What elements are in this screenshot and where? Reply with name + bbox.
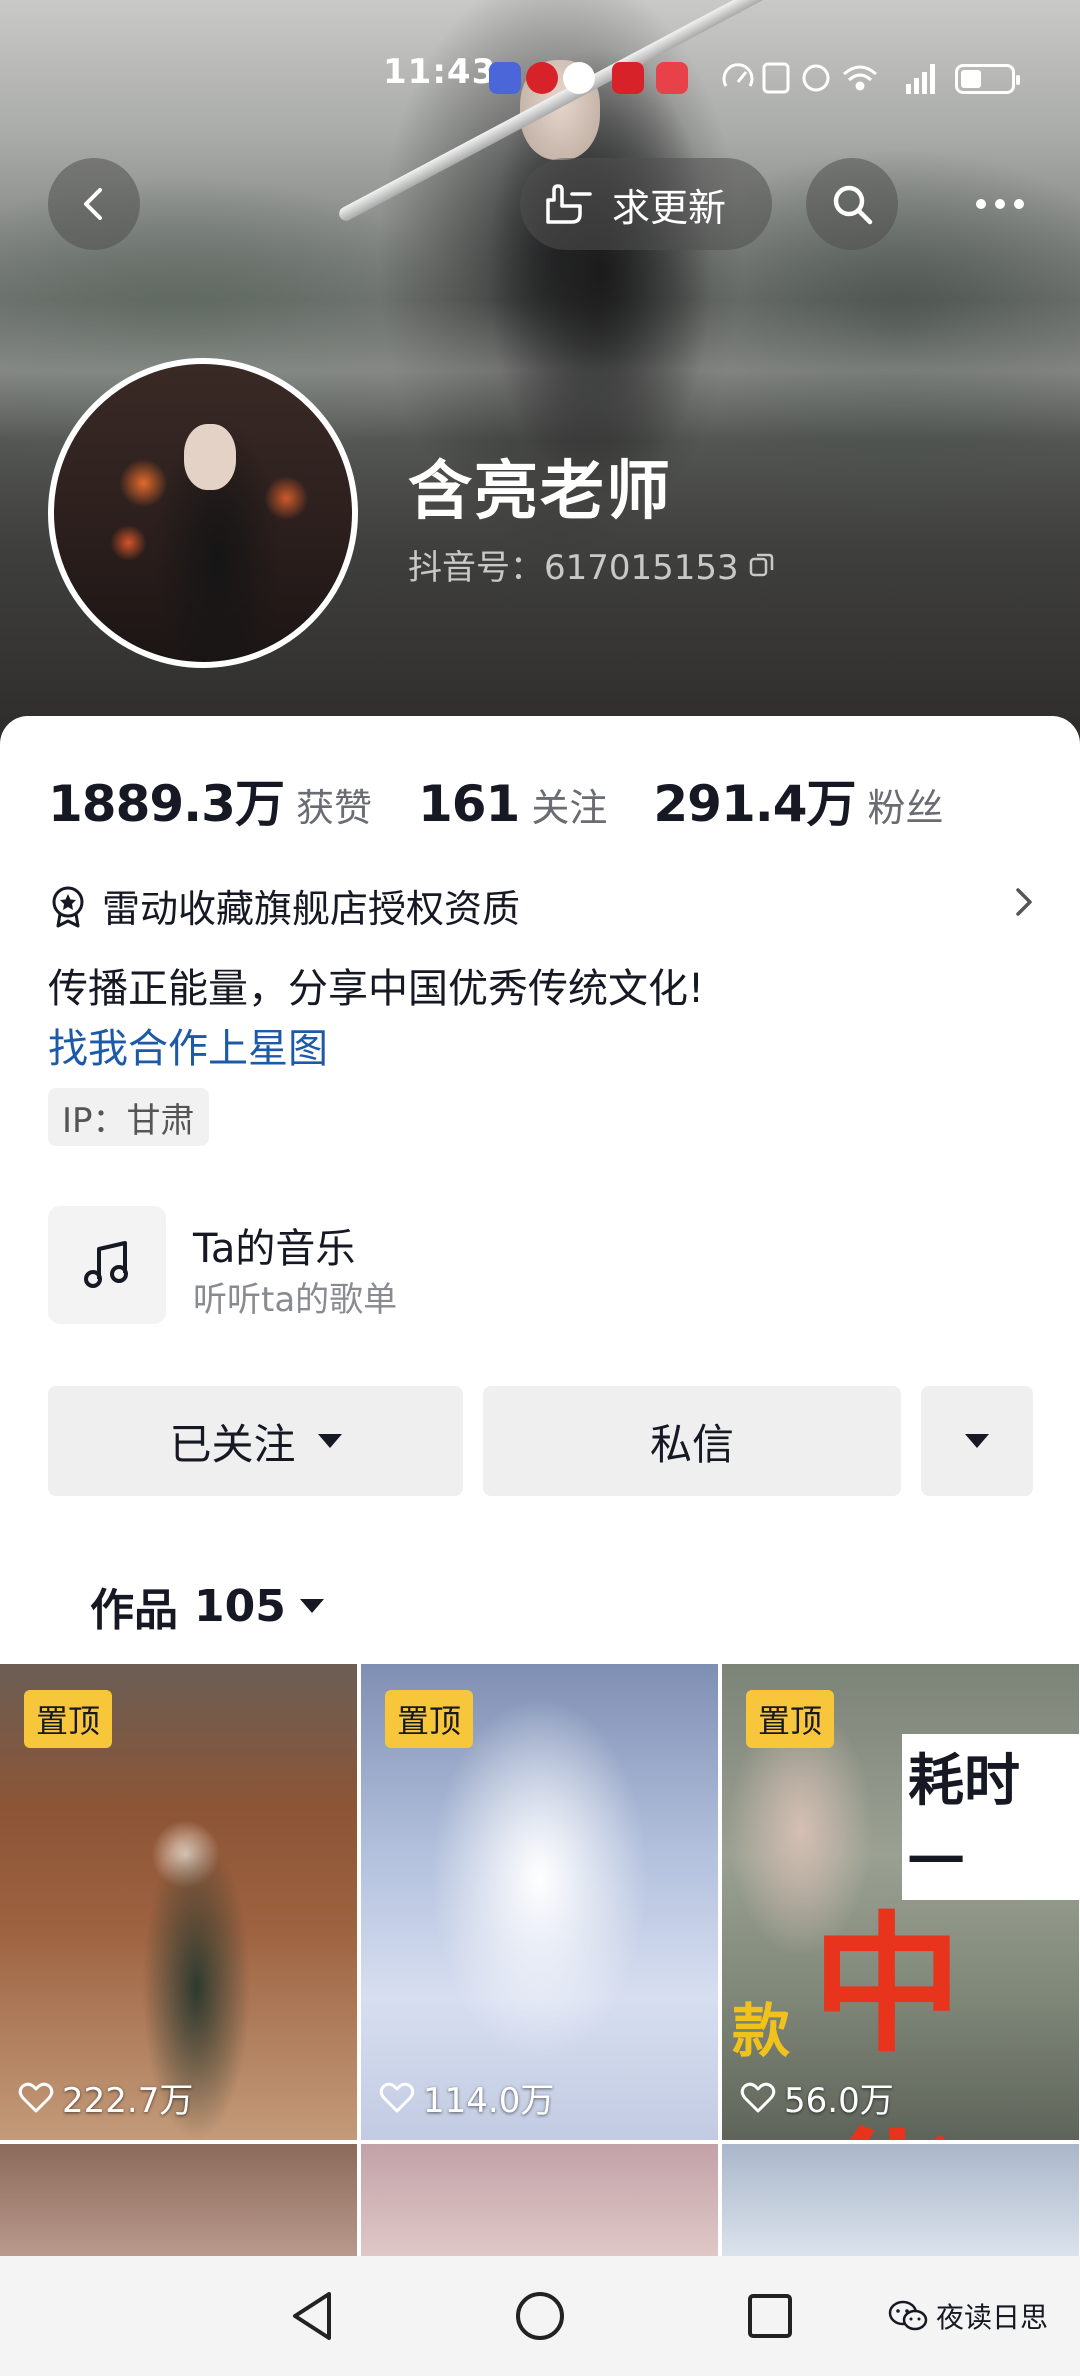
watermark: 夜读日思 <box>888 2296 1048 2336</box>
request-update-label: 求更新 <box>612 185 727 230</box>
stat-following[interactable]: 161 关注 <box>418 775 607 833</box>
message-button-label: 私信 <box>649 1419 734 1469</box>
system-nav-bar: 夜读日思 <box>0 2256 1080 2376</box>
caret-down-icon <box>965 1434 989 1448</box>
status-app-icon-4 <box>612 62 644 94</box>
xingtu-link[interactable]: 找我合作上星图 <box>48 1016 328 1074</box>
pinned-badge: 置顶 <box>746 1690 835 1748</box>
stat-following-label: 关注 <box>531 786 608 830</box>
status-time: 11:43 <box>383 52 497 92</box>
following-button[interactable]: 已关注 <box>48 1386 463 1496</box>
video-overlay-text: 款 <box>732 1997 791 2065</box>
battery-icon <box>955 64 1020 94</box>
status-app-icon-2 <box>526 62 558 94</box>
avatar-face <box>184 424 236 490</box>
watermark-text: 夜读日思 <box>936 2301 1049 2334</box>
pinned-badge: 置顶 <box>24 1690 113 1748</box>
nav-recents-icon[interactable] <box>742 2286 798 2346</box>
search-button[interactable] <box>806 158 898 250</box>
action-buttons: 已关注 私信 <box>48 1386 1033 1496</box>
heart-icon <box>379 2082 415 2112</box>
hand-pointer-icon <box>546 184 592 224</box>
more-menu-button[interactable] <box>955 158 1045 250</box>
nav-back-icon[interactable] <box>285 2286 339 2346</box>
more-dot-icon <box>995 199 1005 209</box>
verification-text: 雷动收藏旗舰店授权资质 <box>102 887 521 931</box>
profile-sheet: 1889.3万 获赞 161 关注 291.4万 粉丝 雷动收藏旗舰店授权资质 … <box>0 716 1080 2284</box>
search-icon <box>833 185 873 225</box>
status-app-icon-3 <box>563 62 595 94</box>
status-system-icons <box>722 62 935 94</box>
verification-row[interactable]: 雷动收藏旗舰店授权资质 <box>48 878 1038 933</box>
stats-row: 1889.3万 获赞 161 关注 291.4万 粉丝 <box>48 764 990 836</box>
stat-likes[interactable]: 1889.3万 获赞 <box>48 764 372 836</box>
more-dot-icon <box>1014 199 1024 209</box>
stat-likes-label: 获赞 <box>295 786 372 830</box>
back-button[interactable] <box>48 158 140 250</box>
profile-banner: 11:43 求更新 含亮老师 抖音号：617015153 <box>0 0 1080 760</box>
request-update-button[interactable]: 求更新 <box>520 158 772 250</box>
caret-down-icon <box>299 1599 324 1613</box>
more-dot-icon <box>976 199 986 209</box>
status-app-icon-1 <box>489 62 521 94</box>
profile-name: 含亮老师 <box>408 455 672 529</box>
avatar[interactable] <box>48 358 358 668</box>
verified-badge-icon <box>52 886 84 927</box>
caret-down-icon <box>317 1434 342 1448</box>
video-likes-count: 56.0万 <box>784 2081 894 2121</box>
music-note-icon <box>84 1241 128 1288</box>
stat-followers-value: 291.4万 <box>653 775 856 833</box>
status-app-icon-5 <box>656 62 688 94</box>
status-bar: 11:43 <box>0 52 1080 108</box>
music-icon-box <box>48 1206 166 1324</box>
music-entry[interactable]: Ta的音乐 听听ta的歌单 <box>48 1206 1038 1326</box>
stat-following-value: 161 <box>417 775 520 833</box>
bio-text: 传播正能量，分享中国优秀传统文化! <box>48 966 705 1012</box>
chevron-left-icon <box>84 188 102 220</box>
douyin-id-text: 抖音号：617015153 <box>408 548 739 588</box>
chevron-right-icon <box>1016 888 1032 916</box>
video-tile[interactable]: 置顶 222.7万 <box>0 1664 357 2140</box>
works-tab-label: 作品 <box>90 1585 178 1636</box>
video-likes: 56.0万 <box>740 2073 894 2122</box>
video-tile[interactable]: 耗时一 中华 款 置顶 56.0万 <box>722 1664 1079 2140</box>
douyin-id-row[interactable]: 抖音号：617015153 <box>408 540 777 589</box>
stat-followers-label: 粉丝 <box>867 786 944 830</box>
stat-likes-value: 1889.3万 <box>48 775 285 833</box>
video-likes: 222.7万 <box>18 2073 193 2122</box>
works-count: 105 <box>194 1580 286 1632</box>
music-title: Ta的音乐 <box>193 1226 356 1272</box>
tab-works[interactable]: 作品 105 <box>90 1574 324 1638</box>
pinned-badge: 置顶 <box>385 1690 474 1748</box>
video-likes-count: 222.7万 <box>62 2081 194 2121</box>
video-likes: 114.0万 <box>379 2073 554 2122</box>
video-likes-count: 114.0万 <box>423 2081 555 2121</box>
following-button-label: 已关注 <box>169 1419 296 1469</box>
nav-home-icon[interactable] <box>511 2286 569 2346</box>
wechat-icon <box>888 2300 928 2331</box>
heart-icon <box>18 2082 54 2112</box>
music-subtitle: 听听ta的歌单 <box>193 1280 398 1320</box>
copy-icon[interactable] <box>747 550 777 580</box>
more-actions-button[interactable] <box>921 1386 1033 1496</box>
ip-location-tag: IP：甘肃 <box>48 1088 209 1146</box>
heart-icon <box>740 2082 776 2112</box>
stat-followers[interactable]: 291.4万 粉丝 <box>653 764 943 836</box>
message-button[interactable]: 私信 <box>483 1386 901 1496</box>
video-tile[interactable]: 置顶 114.0万 <box>361 1664 718 2140</box>
